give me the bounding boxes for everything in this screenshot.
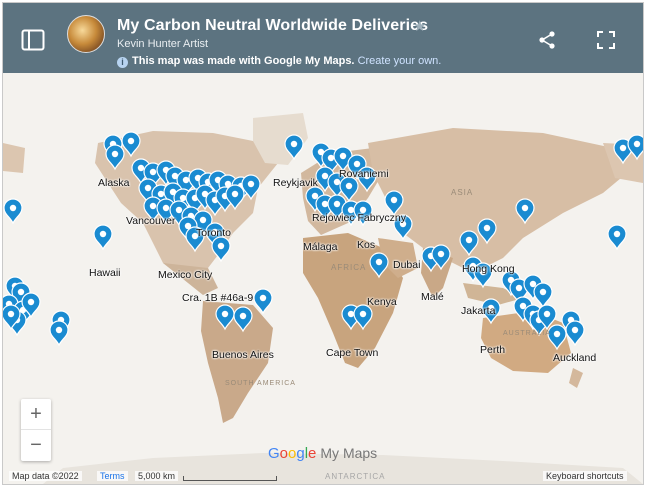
- region-label: AFRICA: [331, 263, 367, 272]
- map-frame: My Carbon Neutral Worldwide Deliveries ★…: [2, 2, 644, 485]
- place-label: Malé: [421, 291, 444, 303]
- place-label: Mexico City: [158, 269, 213, 281]
- place-label: Toronto: [196, 227, 232, 239]
- zoom-control: + −: [21, 399, 51, 461]
- place-label: Jakarta: [461, 305, 496, 317]
- place-label: Buenos Aires: [212, 349, 274, 361]
- region-label: ASIA: [451, 188, 474, 197]
- create-your-own-link[interactable]: Create your own.: [358, 55, 442, 67]
- map-title: My Carbon Neutral Worldwide Deliveries: [117, 17, 429, 34]
- place-label: Auckland: [553, 352, 597, 364]
- place-label: Reykjavik: [273, 177, 318, 189]
- google-my-maps-logo: Google My Maps: [268, 445, 378, 462]
- place-label: Hawaii: [89, 267, 121, 279]
- keyboard-shortcuts-link[interactable]: Keyboard shortcuts: [543, 471, 627, 481]
- place-label: Hong Kong: [462, 263, 515, 275]
- map-canvas[interactable]: Alaska Vancouver Toronto Mexico City Haw…: [3, 73, 643, 484]
- region-label: SOUTH AMERICA: [225, 380, 296, 387]
- map-header: My Carbon Neutral Worldwide Deliveries ★…: [3, 3, 643, 73]
- place-label: Málaga: [303, 241, 338, 253]
- place-label: Kos: [357, 239, 376, 251]
- place-label: Cra. 1B #46a-9: [182, 292, 254, 304]
- map-footer: Map data ©2022 Terms 5,000 km Keyboard s…: [3, 468, 643, 484]
- panel-toggle-icon[interactable]: [21, 29, 45, 51]
- map-owner-avatar: [67, 15, 105, 53]
- place-label: Dubai: [393, 259, 421, 271]
- place-label: Kenya: [367, 296, 397, 308]
- info-icon: i: [117, 57, 128, 68]
- region-label: AUSTRALIA: [503, 330, 551, 337]
- place-label: Rovaniemi: [339, 168, 389, 180]
- scale-bar: [183, 476, 277, 481]
- share-icon[interactable]: [537, 30, 557, 50]
- made-with-note: i This map was made with Google My Maps. …: [117, 55, 441, 68]
- zoom-out-button[interactable]: −: [21, 430, 51, 460]
- place-label: Vancouver: [126, 215, 176, 227]
- place-label: Alaska: [98, 177, 130, 189]
- scale-label: 5,000 km: [135, 471, 179, 481]
- place-label: Perth: [480, 344, 506, 356]
- star-icon[interactable]: ★: [413, 17, 426, 35]
- zoom-in-button[interactable]: +: [21, 399, 51, 430]
- west-edge-landmass: [3, 143, 25, 173]
- place-label: Cape Town: [326, 347, 379, 359]
- map-data-attribution: Map data ©2022: [9, 471, 82, 481]
- map-author: Kevin Hunter Artist: [117, 38, 209, 50]
- note-text: This map was made with Google My Maps.: [132, 55, 355, 67]
- place-label: Rejowiec Fabryczny: [312, 212, 406, 224]
- terms-link[interactable]: Terms: [97, 471, 128, 481]
- fullscreen-icon[interactable]: [596, 30, 616, 50]
